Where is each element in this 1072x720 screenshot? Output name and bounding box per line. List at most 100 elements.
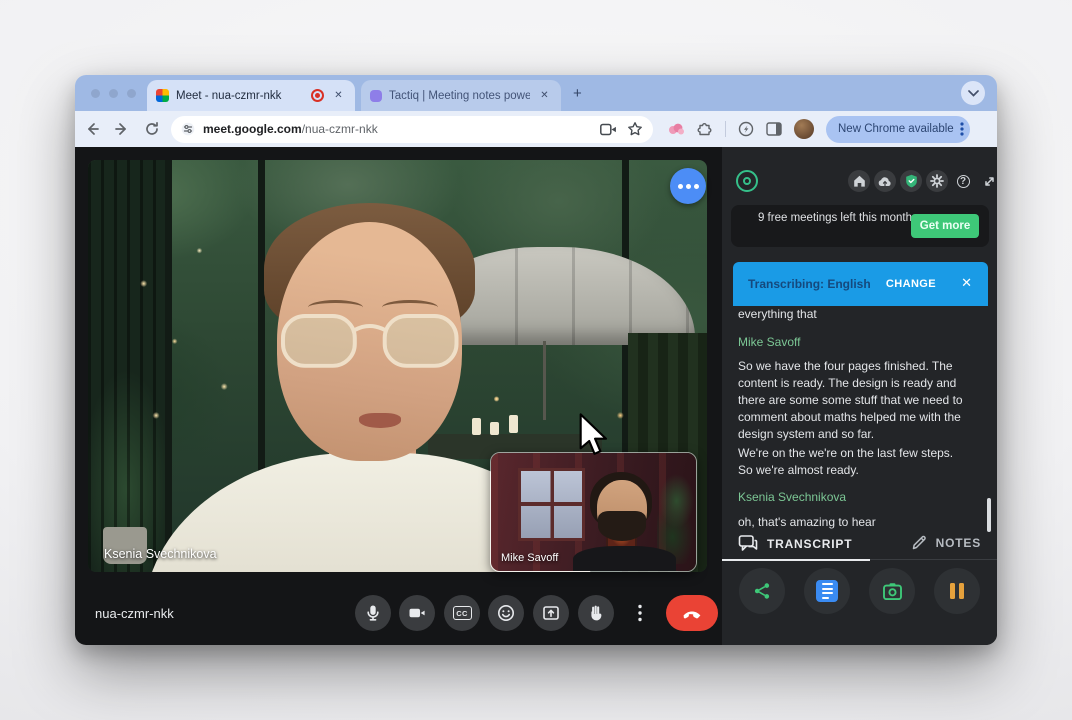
present-icon [541, 603, 561, 623]
transcript-paragraph: So we have the four pages finished. The … [738, 358, 966, 443]
candle [472, 418, 481, 435]
url-path: /nua-czmr-nkk [302, 122, 378, 136]
captions-icon: CC [453, 606, 472, 620]
screenshot-button[interactable] [869, 568, 915, 614]
mic-button[interactable] [355, 595, 391, 631]
desktop: Meet - nua-czmr-nkk ✕ Tactiq | Meeting n… [0, 0, 1072, 720]
home-button[interactable] [848, 170, 870, 192]
new-tab-button[interactable]: + [573, 85, 582, 102]
pip-name-label: Mike Savoff [501, 552, 558, 564]
extension-pink-icon[interactable] [667, 122, 685, 136]
video-tile-pip[interactable]: Mike Savoff [490, 452, 697, 572]
home-icon [853, 175, 866, 187]
close-tab-icon[interactable]: ✕ [331, 88, 346, 103]
get-more-button[interactable]: Get more [911, 214, 979, 238]
chat-bubble-button[interactable] [670, 168, 706, 204]
settings-button[interactable] [926, 170, 948, 192]
speaker-name: Mike Savoff [738, 335, 800, 349]
detach-panel-button[interactable] [978, 170, 997, 192]
transcript-paragraph: We're on the we're on the last few steps… [738, 445, 966, 479]
participant-name-label: Ksenia Svechnikova [104, 547, 217, 561]
bookmark-star-icon[interactable] [627, 121, 643, 137]
candle [490, 422, 499, 435]
google-docs-icon [816, 580, 838, 602]
help-icon: ? [957, 175, 970, 188]
present-button[interactable] [533, 595, 569, 631]
minimize-window-button[interactable] [109, 89, 118, 98]
quota-card: 9 free meetings left this month Get more [731, 205, 989, 247]
browser-tab-strip: Meet - nua-czmr-nkk ✕ Tactiq | Meeting n… [75, 75, 997, 111]
reactions-button[interactable] [488, 595, 524, 631]
transcript-paragraph: oh, that's amazing to hear [738, 514, 966, 531]
meet-favicon [156, 89, 169, 102]
pencil-icon [911, 534, 928, 551]
more-options-button[interactable] [622, 595, 658, 631]
chrome-update-button[interactable]: New Chrome available [826, 116, 970, 143]
close-banner-icon[interactable]: ✕ [961, 275, 972, 291]
tab-meet[interactable]: Meet - nua-czmr-nkk ✕ [147, 80, 355, 111]
raise-hand-button[interactable] [578, 595, 614, 631]
save-to-docs-button[interactable] [804, 568, 850, 614]
url-text: meet.google.com/nua-czmr-nkk [203, 122, 594, 136]
quota-text: 9 free meetings left this month [755, 211, 915, 226]
panel-tabs: TRANSCRIPT NOTES [722, 531, 997, 560]
share-button[interactable] [739, 568, 785, 614]
transcribing-label: Transcribing: English [748, 277, 871, 291]
close-window-button[interactable] [91, 89, 100, 98]
camera-icon [882, 582, 903, 601]
more-vertical-icon [638, 604, 642, 622]
tab-title: Meet - nua-czmr-nkk [176, 90, 304, 102]
window-snow [518, 468, 586, 541]
transcript-fragment: everything that [738, 307, 817, 321]
zoom-window-button[interactable] [127, 89, 136, 98]
back-button[interactable] [79, 116, 105, 142]
tab-recording-indicator [311, 89, 324, 102]
mic-icon [363, 603, 383, 623]
chrome-update-label: New Chrome available [838, 123, 954, 135]
reload-button[interactable] [139, 116, 165, 142]
privacy-button[interactable] [900, 170, 922, 192]
close-tab-icon[interactable]: ✕ [537, 88, 552, 103]
change-language-button[interactable]: CHANGE [886, 278, 936, 290]
captions-button[interactable]: CC [444, 595, 480, 631]
extension-shortcut-icon[interactable] [738, 121, 754, 137]
end-call-icon [681, 602, 703, 624]
forward-icon [114, 121, 130, 137]
tactiq-panel: ? 9 free meetings left this month Get mo… [722, 147, 997, 645]
site-settings-icon[interactable] [181, 122, 195, 136]
window-controls[interactable] [91, 89, 136, 98]
browser-toolbar: meet.google.com/nua-czmr-nkk New Chrome … [75, 111, 997, 147]
shield-check-icon [905, 174, 918, 188]
tab-notes[interactable]: NOTES [911, 534, 981, 551]
resize-diagonal-icon [983, 175, 996, 188]
help-button[interactable]: ? [952, 170, 974, 192]
extensions-puzzle-icon[interactable] [697, 121, 713, 137]
transcript-scrollbar[interactable] [987, 498, 991, 532]
meet-control-bar: nua-czmr-nkk CC [75, 585, 722, 645]
browser-window: Meet - nua-czmr-nkk ✕ Tactiq | Meeting n… [75, 75, 997, 645]
videocam-icon [407, 603, 427, 623]
glasses [280, 310, 460, 372]
tactiq-logo-icon [736, 170, 758, 192]
active-tab-underline [722, 559, 870, 562]
profile-avatar[interactable] [794, 119, 814, 139]
end-call-button[interactable] [666, 595, 718, 631]
browser-menu-icon[interactable] [960, 121, 964, 137]
cloud-upload-icon [878, 176, 892, 187]
camera-button[interactable] [399, 595, 435, 631]
tab-tactiq[interactable]: Tactiq | Meeting notes power ✕ [361, 80, 561, 111]
url-bar[interactable]: meet.google.com/nua-czmr-nkk [171, 116, 653, 143]
tab-search-chevron-button[interactable] [961, 81, 985, 105]
tab-transcript[interactable]: TRANSCRIPT [738, 534, 852, 553]
tab-capture-camera-icon[interactable] [600, 123, 617, 136]
emoji-icon [496, 603, 516, 623]
candle [509, 415, 518, 433]
extensions-area [667, 119, 814, 139]
chat-bubbles-icon [738, 534, 758, 553]
upload-button[interactable] [874, 170, 896, 192]
pause-transcription-button[interactable] [934, 568, 980, 614]
side-panel-icon[interactable] [766, 122, 782, 136]
pause-icon [950, 583, 964, 599]
forward-button[interactable] [109, 116, 135, 142]
meeting-code: nua-czmr-nkk [95, 606, 174, 621]
